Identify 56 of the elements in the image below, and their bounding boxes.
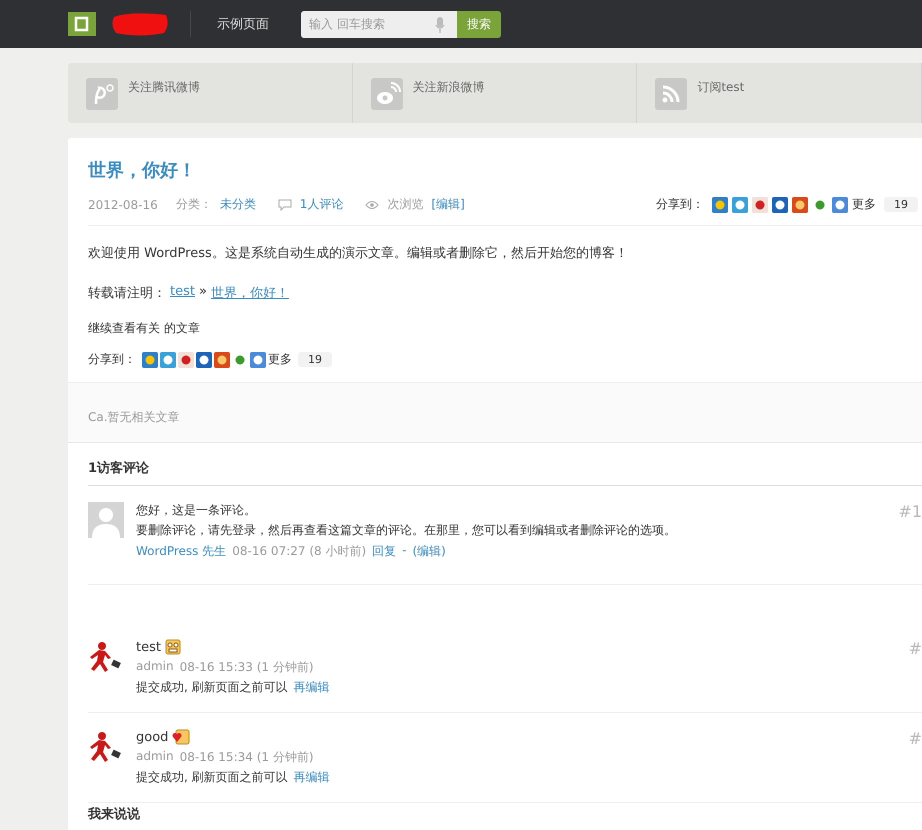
comment-time: 08-16 15:34 (1 分钟前) bbox=[180, 749, 314, 766]
reply-link[interactable]: 回复 bbox=[372, 543, 396, 560]
floor-number: # bbox=[908, 639, 922, 658]
submit-notice: 提交成功, 刷新页面之前可以 bbox=[136, 769, 288, 786]
nav-link[interactable]: 示例页面 bbox=[217, 15, 269, 33]
submit-notice: 提交成功, 刷新页面之前可以 bbox=[136, 679, 288, 696]
category-link[interactable]: 未分类 bbox=[220, 196, 256, 213]
floor-number: # bbox=[908, 729, 922, 748]
post-date: 2012-08-16 bbox=[88, 198, 158, 212]
logo-icon[interactable] bbox=[68, 12, 96, 36]
comment-text: test bbox=[136, 640, 161, 654]
comment-author-link[interactable]: WordPress 先生 bbox=[136, 543, 226, 560]
related-empty-text: Ca.暂无相关文章 bbox=[88, 410, 180, 424]
grin-emoji-icon bbox=[164, 639, 181, 655]
share-count: 19 bbox=[298, 352, 332, 367]
comment-author: admin bbox=[136, 749, 174, 765]
share-more-link[interactable]: 更多 bbox=[268, 351, 292, 368]
related-hint: 继续查看有关 的文章 bbox=[88, 320, 201, 337]
post-paragraph: 欢迎使用 WordPress。这是系统自动生成的演示文章。编辑或者删除它，然后开始您的博客！ bbox=[88, 245, 629, 262]
figure-avatar-icon bbox=[88, 639, 124, 675]
edit-link[interactable]: (编辑) bbox=[412, 543, 446, 560]
comment-text: 要删除评论，请先登录，然后再查看这篇文章的评论。在那里，您可以看到编辑或者删除评论的选项。 bbox=[136, 522, 676, 539]
comments-heading: 1访客评论 bbox=[88, 443, 922, 486]
site-link[interactable]: test bbox=[170, 284, 195, 302]
follow-link[interactable]: 关注腾讯微博 bbox=[128, 79, 200, 96]
search-button[interactable]: 搜索 bbox=[457, 10, 501, 38]
comment-author: admin bbox=[136, 659, 174, 675]
follow-link[interactable]: 订阅test bbox=[697, 79, 744, 96]
comment-text: 您好，这是一条评论。 bbox=[136, 502, 257, 519]
edit-link[interactable]: [编辑] bbox=[431, 196, 465, 213]
re-edit-link[interactable]: 再编辑 bbox=[294, 679, 330, 696]
floor-number: #1 bbox=[898, 502, 922, 521]
share-more-link[interactable]: 更多 bbox=[852, 196, 876, 213]
breadcrumb-separator: » bbox=[198, 284, 207, 301]
follow-link[interactable]: 关注新浪微博 bbox=[412, 79, 485, 96]
post-title[interactable]: 世界，你好！ bbox=[88, 158, 922, 182]
comments-link[interactable]: 1人评论 bbox=[300, 196, 344, 213]
comment-time: 08-16 07:27 (8 小时前) bbox=[232, 543, 366, 560]
reprint-label: 转载请注明： bbox=[88, 285, 166, 302]
reply-heading: 我来说说 bbox=[88, 803, 922, 830]
avatar-placeholder bbox=[88, 502, 124, 538]
category-label: 分类： bbox=[176, 196, 212, 213]
share-label: 分享到： bbox=[656, 196, 704, 213]
comment-time: 08-16 15:33 (1 分钟前) bbox=[180, 659, 314, 676]
heart-emoji-icon bbox=[172, 729, 190, 745]
share-count: 19 bbox=[884, 197, 918, 212]
comment-text: good bbox=[136, 730, 168, 744]
speech-bubble-icon bbox=[278, 198, 292, 210]
search-field[interactable]: 输入 回车搜索 bbox=[301, 10, 457, 38]
redaction-mark bbox=[110, 11, 170, 37]
share-label: 分享到： bbox=[88, 351, 136, 368]
post-link[interactable]: 世界，你好！ bbox=[210, 284, 289, 302]
link-separator: - bbox=[402, 543, 406, 559]
views-count: 次浏览 bbox=[387, 196, 424, 213]
figure-avatar-icon bbox=[88, 729, 124, 765]
re-edit-link[interactable]: 再编辑 bbox=[294, 769, 330, 786]
